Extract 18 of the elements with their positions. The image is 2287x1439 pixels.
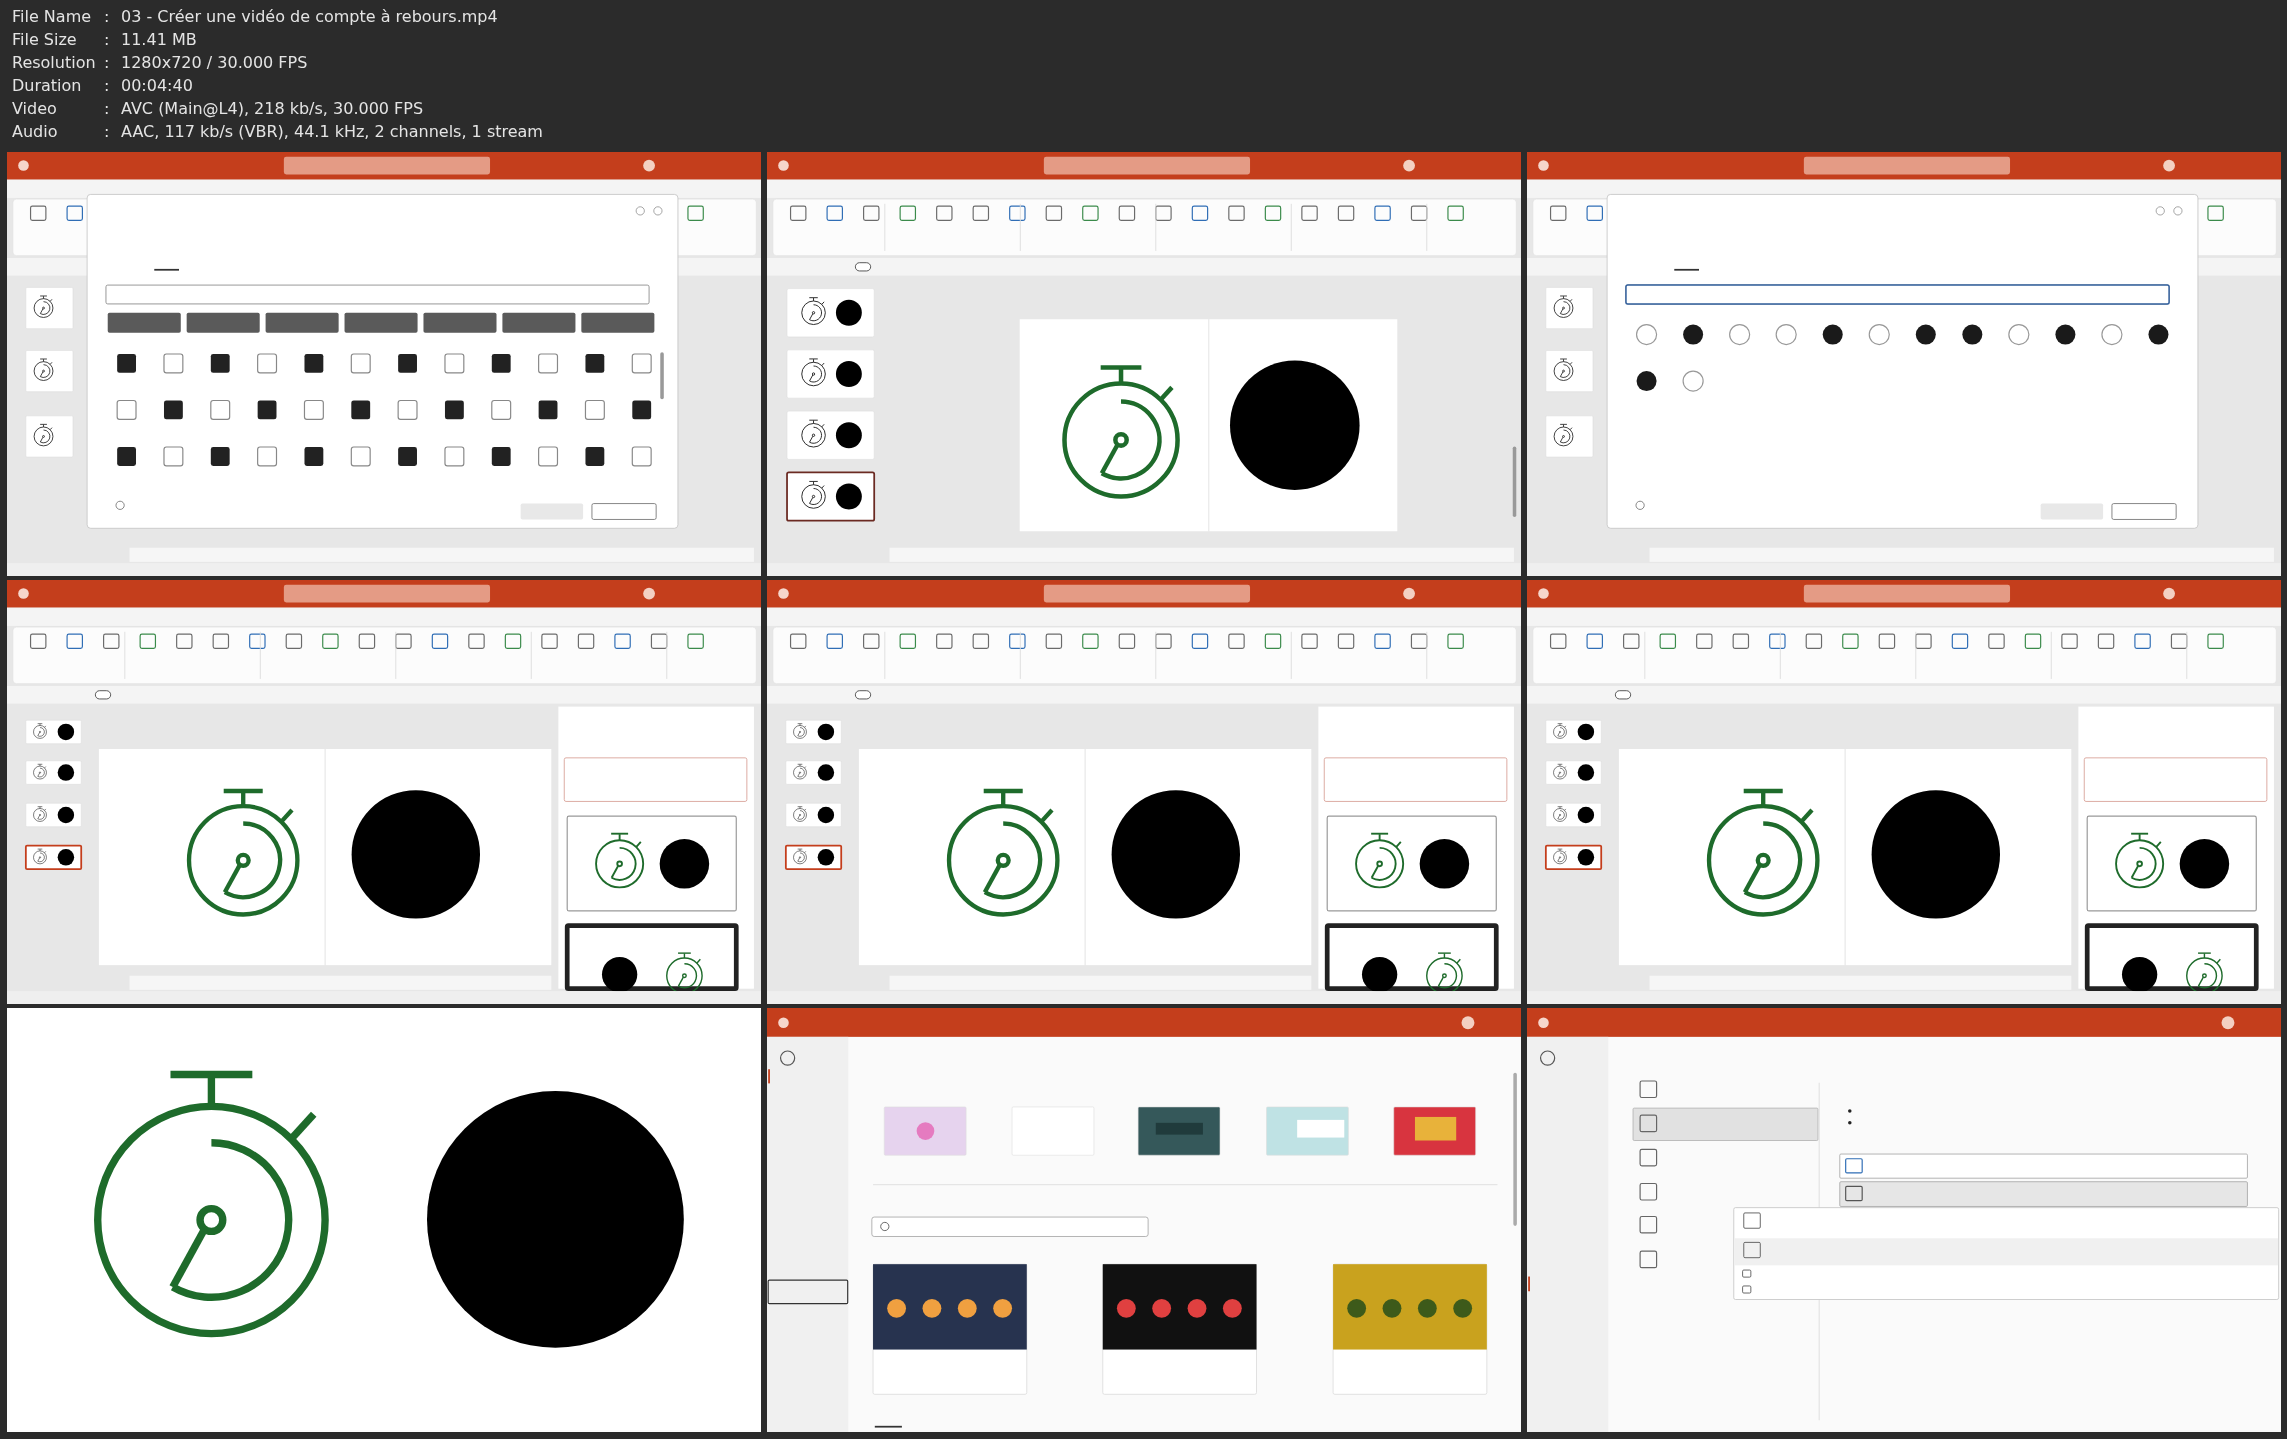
info-value: 00:04:40 bbox=[121, 75, 194, 97]
info-label: File Size bbox=[12, 29, 78, 51]
info-label: Audio bbox=[12, 121, 59, 143]
info-value: 11.41 MB bbox=[121, 29, 198, 51]
info-label: Resolution bbox=[12, 52, 97, 74]
info-value: 03 - Créer une vidéo de compte à rebours.mp4 bbox=[121, 6, 499, 28]
info-value: 1280x720 / 30.000 FPS bbox=[121, 52, 309, 74]
info-value: AVC (Main@L4), 218 kb/s, 30.000 FPS bbox=[121, 98, 425, 120]
info-value: AAC, 117 kb/s (VBR), 44.1 kHz, 2 channels, 1 stream bbox=[121, 121, 543, 143]
info-colon: : bbox=[104, 75, 111, 97]
info-label: File Name bbox=[12, 6, 93, 28]
info-colon: : bbox=[104, 29, 111, 51]
info-label: Video bbox=[12, 98, 58, 120]
info-colon: : bbox=[104, 52, 111, 74]
info-colon: : bbox=[104, 121, 111, 143]
info-label: Duration bbox=[12, 75, 83, 97]
info-colon: : bbox=[104, 6, 111, 28]
info-colon: : bbox=[104, 98, 111, 120]
